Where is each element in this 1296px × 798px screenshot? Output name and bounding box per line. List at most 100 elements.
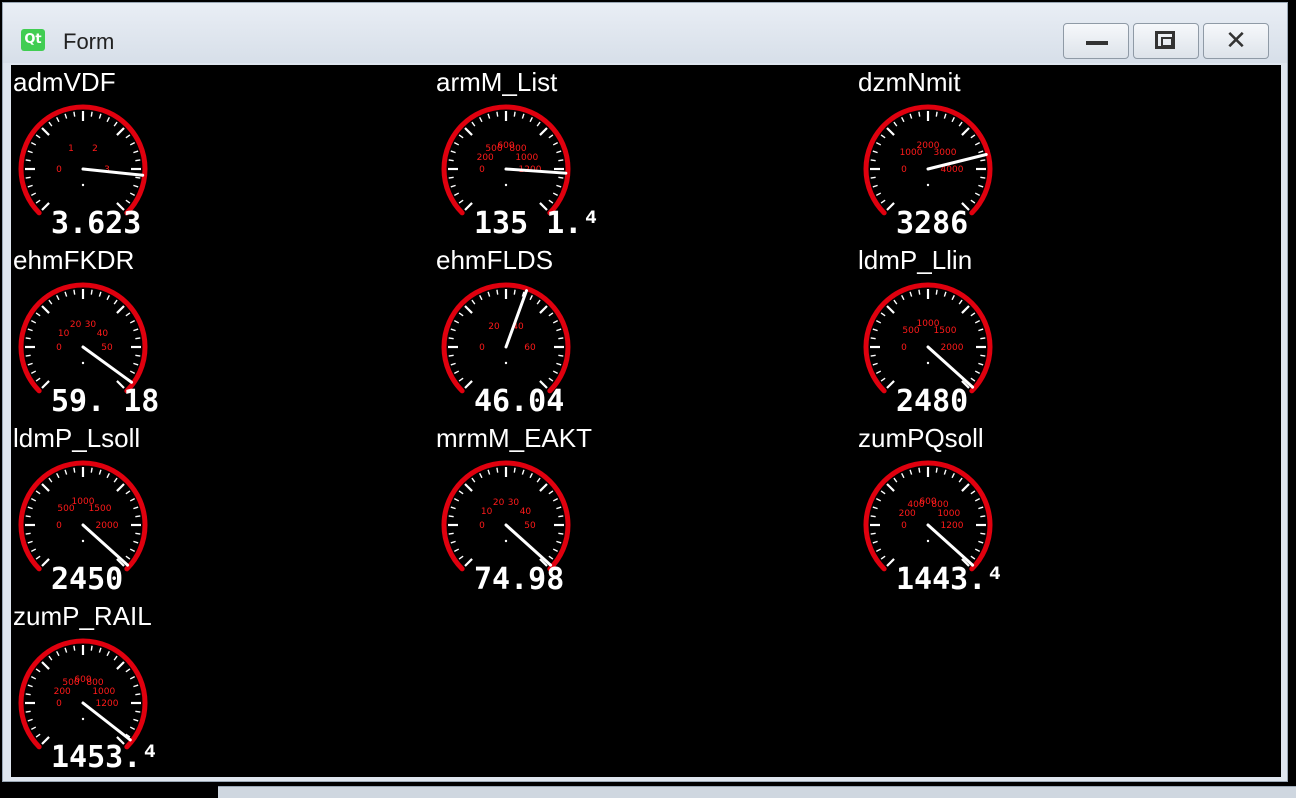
gauge-tick <box>133 150 139 154</box>
gauge-tick <box>935 467 938 473</box>
gauge-tick <box>48 655 53 661</box>
gauge-tick <box>133 718 139 722</box>
close-button[interactable]: ✕ <box>1203 23 1269 59</box>
gauge-tick <box>133 184 139 188</box>
gauge-tick <box>464 127 473 136</box>
gauge-tick <box>450 362 456 366</box>
gauge-tick <box>129 320 135 324</box>
minimize-button[interactable] <box>1063 23 1129 59</box>
gauge-tick <box>116 661 125 670</box>
gauge-tick <box>116 305 125 314</box>
maximize-icon <box>1155 31 1175 49</box>
gauge-ring <box>18 104 148 216</box>
gauge-dial: 01 233.623 <box>18 104 148 241</box>
gauge-tick <box>958 477 963 483</box>
gauge-tick <box>961 305 970 314</box>
gauge-tick <box>978 362 984 366</box>
gauge-tick <box>448 159 454 162</box>
gauge-tick <box>73 467 76 473</box>
gauge-tick <box>951 473 955 479</box>
gauge-tick <box>135 176 141 179</box>
gauge-tick <box>133 506 139 510</box>
gauge-tick <box>974 142 980 146</box>
gauge-tick <box>458 555 464 560</box>
gauge-scale-label: 0 <box>901 165 907 175</box>
gauge-scale-label: 1200 <box>96 699 119 709</box>
gauge-tick <box>448 337 454 340</box>
gauge-tick <box>479 295 483 301</box>
gauge-scale-label: 0 <box>56 699 62 709</box>
gauge-tick <box>73 645 76 651</box>
gauge-tick <box>943 113 947 119</box>
gauge-dial: 0200400600800100012001443.⁴ <box>863 460 1004 597</box>
gauge-tick <box>90 289 93 295</box>
gauge-tick <box>539 127 548 136</box>
gauge-tick <box>35 134 41 139</box>
taskbar-strip <box>218 786 1296 798</box>
gauge-tick <box>558 176 564 179</box>
gauge-zum-pq-soll: zumPQsoll 0 200 400 600 800 1000 1200 1443.⁴ <box>856 421 1276 599</box>
gauge-dial: 05001000150020002450 <box>18 460 148 597</box>
gauge-tick <box>27 718 33 722</box>
gauge-tick <box>64 113 68 119</box>
qt-logo-icon: Qt <box>21 29 45 51</box>
gauge-needle <box>926 345 975 389</box>
gauge-tick <box>25 159 31 162</box>
gauge-tick <box>876 192 882 196</box>
gauge-tick <box>35 199 41 204</box>
gauge-tick <box>935 289 938 295</box>
gauge-tick <box>556 150 562 154</box>
gauge-tick <box>25 532 31 535</box>
gauge-tick <box>90 645 93 651</box>
gauge-tick <box>886 380 895 389</box>
gauge-tick <box>64 291 68 297</box>
gauge-tick <box>90 467 93 473</box>
gauge-tick <box>974 548 980 552</box>
gauge-tick <box>125 668 131 673</box>
gauge-ring <box>441 282 571 394</box>
gauge-tick <box>471 299 476 305</box>
gauge-tick <box>25 515 31 518</box>
gauge-tick <box>448 515 454 518</box>
gauge-tick <box>886 558 895 567</box>
gauge-tick <box>448 176 454 179</box>
gauge-tick <box>552 142 558 146</box>
gauge-tick <box>479 473 483 479</box>
gauge-scale-label: 0 <box>56 521 62 531</box>
gauge-scale-label: 1500 <box>89 504 112 514</box>
gauge-tick <box>951 295 955 301</box>
gauge-label: ldmP_Lsoll <box>13 423 141 453</box>
gauge-tick <box>133 362 139 366</box>
gauge-tick <box>31 498 37 502</box>
gauge-tick <box>31 142 37 146</box>
gauge-tick <box>64 469 68 475</box>
gauge-tick <box>556 506 562 510</box>
gauge-tick <box>133 540 139 544</box>
gauge-tick <box>73 289 76 295</box>
gauge-tick <box>73 111 76 117</box>
gauge-tick <box>901 117 905 123</box>
title-bar[interactable]: Qt Form ✕ <box>3 3 1287 63</box>
gauge-tick <box>106 651 110 657</box>
gauge-scale-label: 0 <box>901 521 907 531</box>
gauge-tick <box>951 117 955 123</box>
gauge-tick <box>479 117 483 123</box>
gauge-tick <box>116 483 125 492</box>
gauge-tick <box>41 305 50 314</box>
gauge-tick <box>31 548 37 552</box>
gauge-tick <box>454 548 460 552</box>
maximize-button[interactable] <box>1133 23 1199 59</box>
gauge-value-readout: 46.04 <box>474 384 564 419</box>
gauge-ehm-flds: ehmFLDS 0 20 40 60 46.04 <box>434 243 854 421</box>
gauge-scale-label: 20 <box>488 322 500 332</box>
gauge-tick <box>31 192 37 196</box>
gauge-ring <box>18 460 148 572</box>
gauge-ring <box>863 104 993 216</box>
gauge-tick <box>536 477 541 483</box>
gauge-tick <box>901 473 905 479</box>
gauge-tick <box>521 469 525 475</box>
gauge-tick <box>135 159 141 162</box>
gauge-tick <box>974 498 980 502</box>
gauge-tick <box>876 142 882 146</box>
gauge-ldm-p-lsoll: ldmP_Lsoll 0 500 1000 1500 2000 2450 <box>11 421 431 599</box>
